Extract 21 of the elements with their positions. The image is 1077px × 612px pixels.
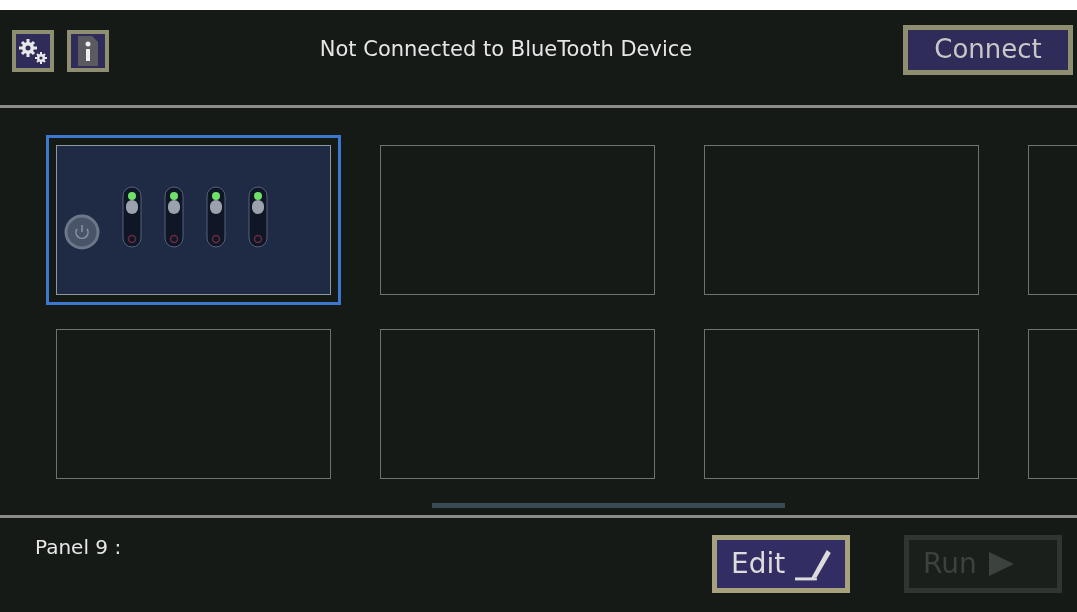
- panel-tile[interactable]: [56, 145, 331, 295]
- edit-button[interactable]: Edit: [712, 535, 850, 593]
- scrollbar[interactable]: [432, 503, 785, 508]
- toggle-switch[interactable]: [164, 186, 184, 248]
- panel-tile[interactable]: [380, 145, 655, 295]
- panel-tile[interactable]: [56, 329, 331, 479]
- panel-tile[interactable]: [704, 145, 979, 295]
- connect-button[interactable]: Connect: [903, 24, 1073, 75]
- toggle-switch[interactable]: [248, 186, 268, 248]
- toggle-switch[interactable]: [206, 186, 226, 248]
- gears-icon: [17, 36, 49, 65]
- panel-label: Panel 9 :: [35, 534, 123, 561]
- play-icon: [986, 550, 1015, 578]
- connection-status: Not Connected to BlueTooth Device: [318, 35, 694, 63]
- panel-tile[interactable]: [704, 329, 979, 479]
- toggle-switch[interactable]: [122, 186, 142, 248]
- power-button-icon[interactable]: [64, 214, 100, 250]
- settings-button[interactable]: [12, 29, 54, 72]
- panel-tile[interactable]: [380, 329, 655, 479]
- info-button[interactable]: [67, 29, 109, 72]
- info-icon: [78, 35, 98, 66]
